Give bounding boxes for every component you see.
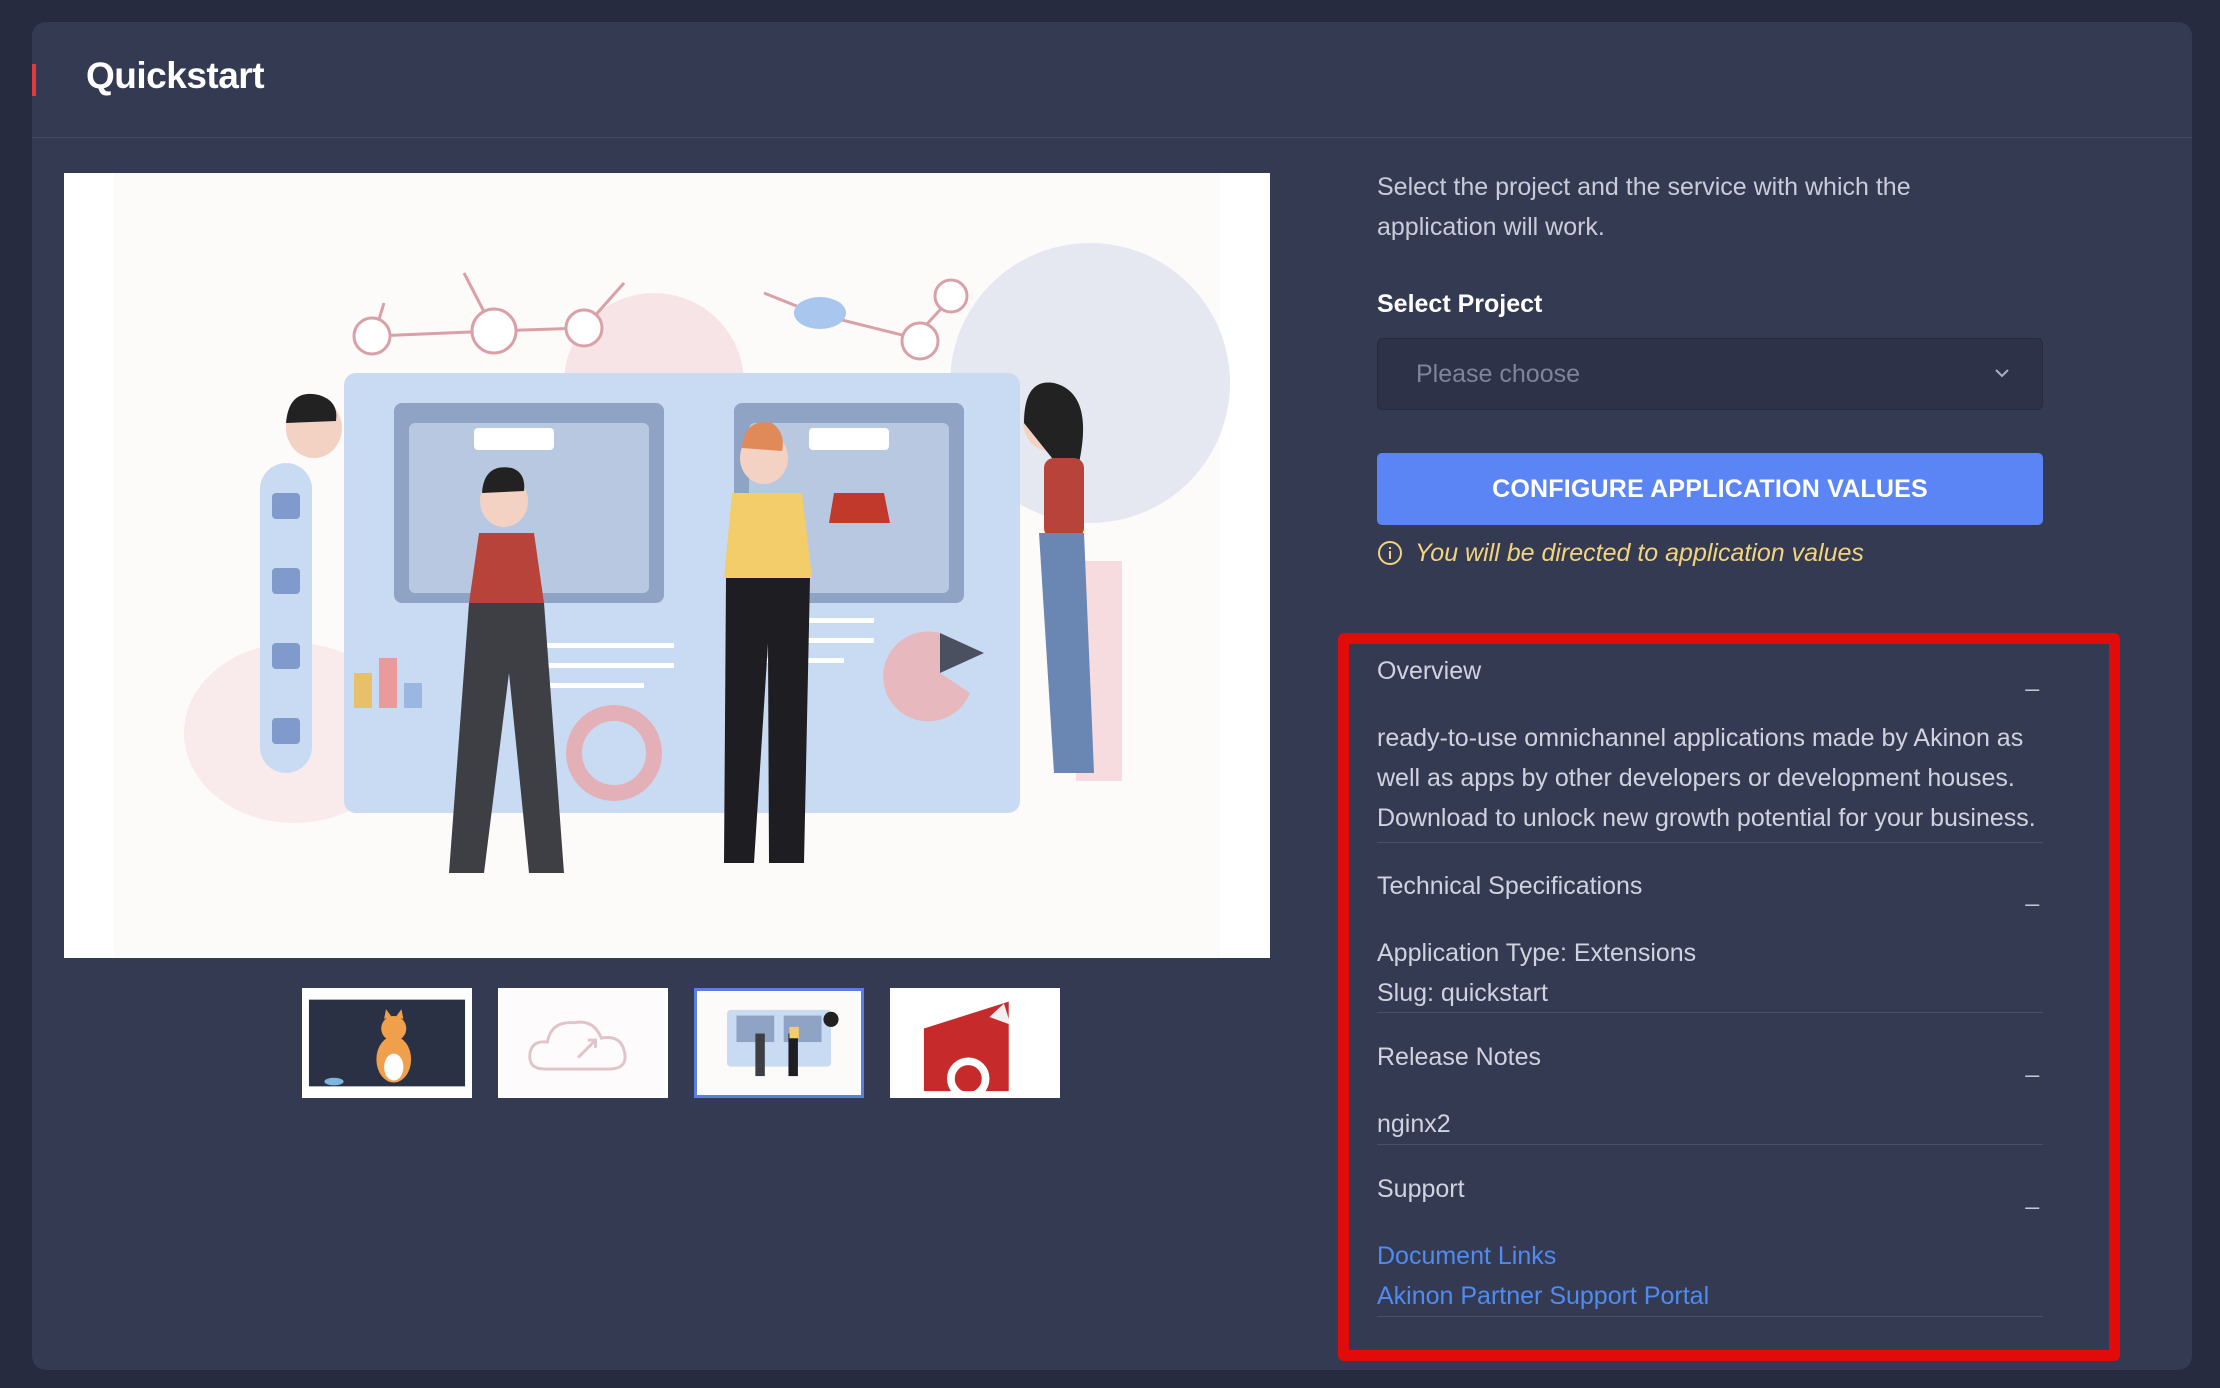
divider — [1377, 842, 2043, 843]
info-icon — [1378, 541, 1402, 565]
redirect-info: You will be directed to application valu… — [1377, 538, 1864, 568]
accordion-overview: Overview _ ready-to-use omnichannel appl… — [1377, 657, 2043, 838]
release-notes-header[interactable]: Release Notes _ — [1377, 1043, 2043, 1083]
card-header: Quickstart — [32, 22, 2192, 138]
release-notes-collapse-toggle[interactable]: _ — [2026, 1051, 2039, 1079]
accordion-support: Support _ Document Links Akinon Partner … — [1377, 1175, 2043, 1316]
release-notes-title: Release Notes — [1377, 1043, 1541, 1071]
select-placeholder: Please choose — [1416, 360, 1581, 388]
document-links-link[interactable]: Document Links — [1377, 1236, 2043, 1276]
overview-header[interactable]: Overview _ — [1377, 657, 2043, 697]
technical-collapse-toggle[interactable]: _ — [2026, 880, 2039, 908]
page-title: Quickstart — [86, 55, 265, 96]
intro-text: Select the project and the service with … — [1377, 173, 1911, 241]
thumbnail-3[interactable] — [694, 988, 864, 1098]
thumbnail-4[interactable] — [890, 988, 1060, 1098]
technical-body: Application Type: Extensions Slug: quick… — [1377, 933, 2043, 1013]
partner-support-portal-link[interactable]: Akinon Partner Support Portal — [1377, 1276, 2043, 1316]
application-type: Application Type: Extensions — [1377, 939, 1697, 967]
overview-body: ready-to-use omnichannel applications ma… — [1377, 724, 2036, 832]
slug: Slug: quickstart — [1377, 979, 1548, 1007]
release-notes-body: nginx2 — [1377, 1110, 1451, 1138]
support-header[interactable]: Support _ — [1377, 1175, 2043, 1215]
overview-collapse-toggle[interactable]: _ — [2026, 665, 2039, 693]
accordion-technical: Technical Specifications _ Application T… — [1377, 872, 2043, 1013]
technical-title: Technical Specifications — [1377, 872, 1643, 900]
divider — [1377, 1144, 2043, 1145]
thumbnail-2[interactable] — [498, 988, 668, 1098]
accordion-release-notes: Release Notes _ nginx2 — [1377, 1043, 2043, 1144]
divider — [1377, 1316, 2043, 1317]
support-title: Support — [1377, 1175, 1465, 1203]
chevron-down-icon — [1995, 369, 2009, 378]
technical-header[interactable]: Technical Specifications _ — [1377, 872, 2043, 912]
configure-application-values-button[interactable]: CONFIGURE APPLICATION VALUES — [1377, 453, 2043, 525]
select-project-dropdown[interactable]: Please choose — [1377, 338, 2043, 410]
support-collapse-toggle[interactable]: _ — [2026, 1183, 2039, 1211]
thumbnail-1[interactable] — [302, 988, 472, 1098]
select-project-label: Select Project — [1377, 290, 1543, 318]
redirect-info-text: You will be directed to application valu… — [1415, 538, 1864, 567]
hero-illustration — [64, 173, 1270, 958]
support-body: Document Links Akinon Partner Support Po… — [1377, 1236, 2043, 1316]
header-accent-bar — [32, 64, 36, 96]
divider — [1377, 1012, 2043, 1013]
overview-title: Overview — [1377, 657, 1482, 685]
